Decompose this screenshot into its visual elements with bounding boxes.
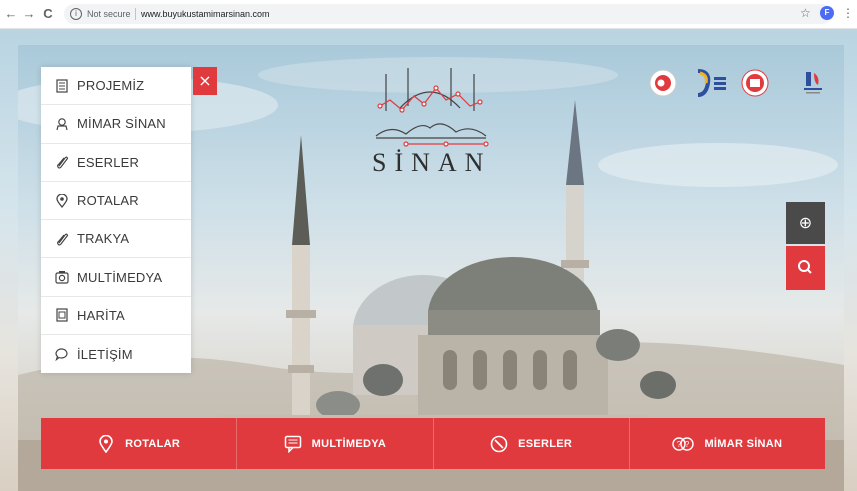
browser-menu-icon[interactable]: ⋮ [842, 6, 854, 20]
side-menu: PROJEMİZ MİMAR SİNAN ESERLER ROTALAR TRA… [41, 67, 191, 374]
partner-logo-seal-icon[interactable] [740, 69, 770, 97]
camera-icon [55, 271, 69, 284]
info-icon[interactable]: i [70, 8, 82, 20]
site-title: SİNAN [372, 148, 492, 177]
menu-item-eserler[interactable]: ESERLER [41, 144, 191, 182]
partner-logo-istanbul-icon[interactable] [802, 69, 824, 97]
reload-button[interactable]: C [41, 6, 55, 22]
menu-item-rotalar[interactable]: ROTALAR [41, 182, 191, 221]
menu-item-label: MULTİMEDYA [77, 269, 163, 285]
search-button[interactable] [786, 246, 825, 290]
menu-item-label: TRAKYA [77, 231, 130, 247]
security-label: Not secure [87, 9, 131, 19]
bottom-nav-rotalar[interactable]: ROTALAR [41, 418, 238, 469]
bottom-nav-label: MİMAR SİNAN [704, 437, 783, 450]
paperclip-icon [57, 233, 69, 246]
bottom-nav-mimar-sinan[interactable]: ?? MİMAR SİNAN [630, 418, 825, 469]
partner-logo-flag-icon[interactable] [648, 69, 678, 97]
speech-bubble-icon [55, 348, 68, 362]
menu-item-label: HARİTA [77, 307, 125, 323]
svg-text:?: ? [677, 440, 682, 449]
forward-button[interactable]: → [22, 6, 36, 22]
browser-toolbar: ← → C i Not secure www.buyukustamimarsin… [0, 0, 857, 29]
menu-item-projemiz[interactable]: PROJEMİZ [41, 67, 191, 106]
menu-item-label: MİMAR SİNAN [77, 116, 166, 132]
paperclip-icon [57, 156, 69, 169]
bottom-nav-label: ESERLER [518, 437, 573, 450]
language-globe-icon[interactable]: ⊕ [786, 202, 825, 244]
bookmark-star-icon[interactable]: ☆ [800, 5, 811, 21]
map-icon [56, 308, 68, 323]
bottom-nav-label: MULTİMEDYA [311, 437, 387, 450]
menu-item-harita[interactable]: HARİTA [41, 297, 191, 336]
svg-text:?: ? [685, 440, 690, 449]
profile-avatar[interactable]: F [820, 6, 834, 20]
back-button[interactable]: ← [4, 6, 18, 22]
menu-item-iletisim[interactable]: İLETİŞİM [41, 335, 191, 373]
menu-item-trakya[interactable]: TRAKYA [41, 220, 191, 259]
bottom-nav-label: ROTALAR [125, 437, 181, 450]
chat-icon [284, 435, 301, 453]
url-text[interactable]: www.buyukustamimarsinan.com [141, 7, 270, 21]
document-icon [56, 79, 68, 93]
url-separator [135, 8, 136, 20]
bottom-nav-multimedya[interactable]: MULTİMEDYA [237, 418, 434, 469]
menu-item-label: ESERLER [77, 154, 140, 170]
map-pin-icon [56, 193, 68, 208]
address-bar[interactable]: i Not secure www.buyukustamimarsinan.com [64, 4, 832, 24]
person-icon [56, 118, 68, 131]
menu-item-label: İLETİŞİM [77, 346, 133, 362]
menu-close-button[interactable]: × [193, 67, 217, 95]
menu-item-mimar-sinan[interactable]: MİMAR SİNAN [41, 105, 191, 144]
question-bubble-icon: ?? [672, 436, 695, 451]
menu-item-label: ROTALAR [77, 193, 139, 209]
menu-item-label: PROJEMİZ [77, 78, 145, 94]
search-icon [798, 260, 812, 274]
clock-icon [490, 435, 508, 452]
map-pin-icon [99, 434, 113, 453]
partner-logo-ministry-icon[interactable] [692, 69, 730, 97]
bottom-nav-eserler[interactable]: ESERLER [434, 418, 630, 469]
menu-item-multimedya[interactable]: MULTİMEDYA [41, 258, 191, 297]
bottom-nav: ROTALAR MULTİMEDYA ESERLER ?? MİMAR SİNA… [41, 418, 825, 469]
